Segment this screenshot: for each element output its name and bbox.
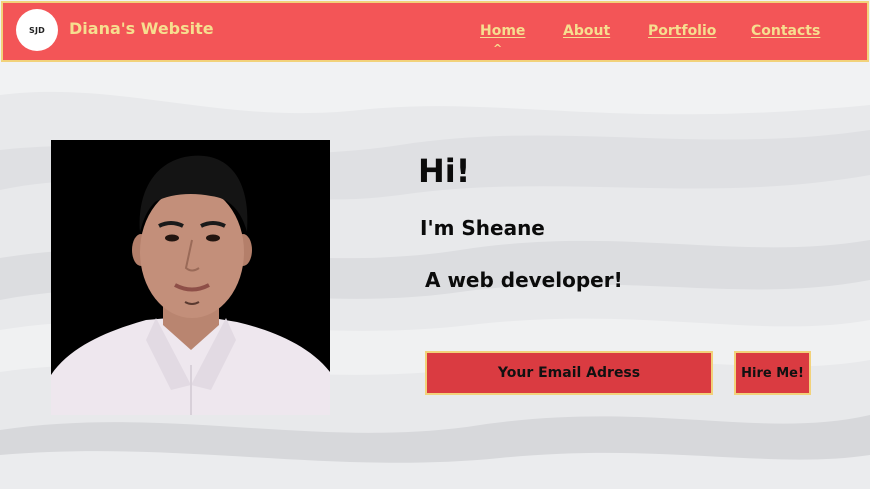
hero-role-line: A web developer! <box>425 268 623 292</box>
hero-greeting: Hi! <box>418 152 471 190</box>
profile-photo <box>51 140 330 415</box>
person-portrait-icon <box>51 140 330 415</box>
active-nav-indicator: ^ <box>493 42 503 55</box>
nav-link-home[interactable]: Home <box>480 23 525 39</box>
top-navbar: SJD Diana's Website Home About Portfolio… <box>1 1 869 62</box>
nav-link-contacts[interactable]: Contacts <box>751 23 820 39</box>
nav-link-about[interactable]: About <box>563 23 610 39</box>
email-input[interactable] <box>425 351 713 395</box>
site-title[interactable]: Diana's Website <box>69 19 214 38</box>
hero-name-line: I'm Sheane <box>420 216 545 240</box>
hire-me-button[interactable]: Hire Me! <box>734 351 811 395</box>
nav-link-portfolio[interactable]: Portfolio <box>648 23 716 39</box>
site-logo[interactable]: SJD <box>16 9 58 51</box>
